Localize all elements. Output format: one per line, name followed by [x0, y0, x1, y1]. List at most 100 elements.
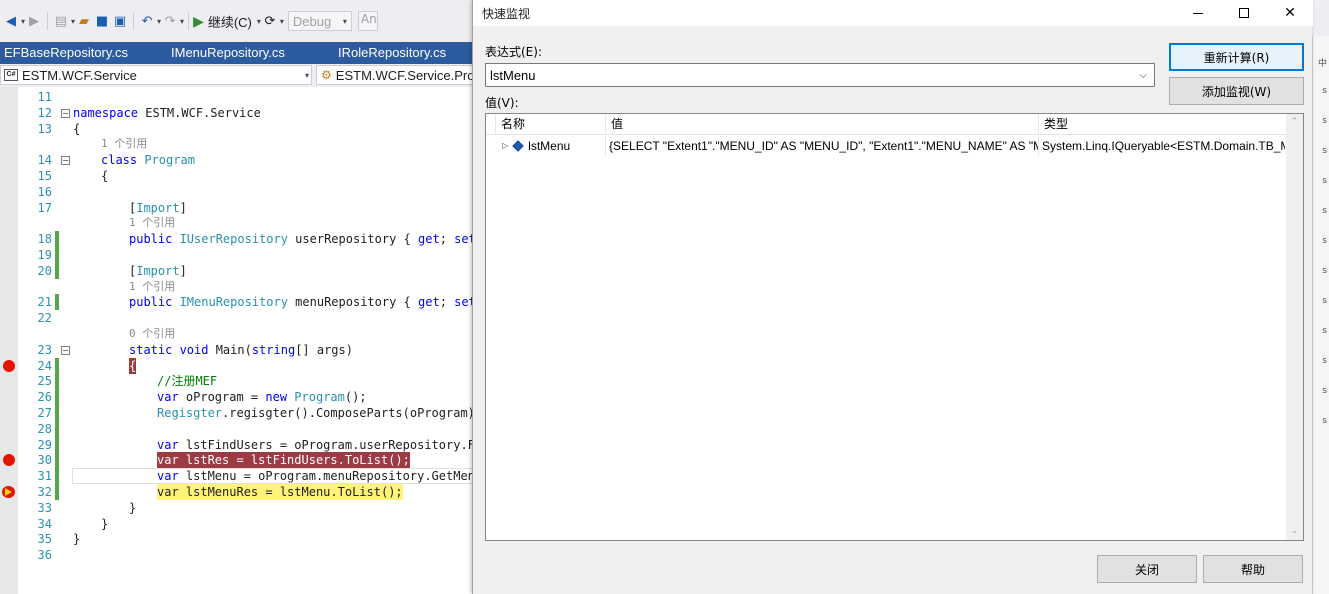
scroll-up-icon[interactable]: ⌃ [1286, 114, 1303, 131]
code-text: static void Main(string[] args) [129, 342, 353, 357]
redo-dropdown-icon[interactable]: ▾ [180, 17, 184, 26]
side-panel-tab[interactable]: s [1322, 176, 1327, 186]
open-folder-icon[interactable]: ▰ [75, 10, 93, 32]
add-watch-button[interactable]: 添加监视(W) [1169, 77, 1304, 105]
watch-value-grid[interactable]: 名称 值 类型 ▷ lstMenu {SELECT "Extent1"."MEN… [485, 113, 1304, 541]
column-header-type[interactable]: 类型 [1039, 114, 1285, 135]
code-line[interactable]: 17 [Import] [0, 200, 475, 216]
reference-count[interactable]: 0 个引用 [129, 326, 175, 342]
code-line[interactable]: 33} [0, 500, 475, 516]
column-header-name[interactable]: 名称 [496, 114, 606, 135]
dialog-title-bar[interactable]: 快速监视 ✕ [473, 0, 1313, 26]
side-panel-tab[interactable]: s [1322, 146, 1327, 156]
code-line[interactable]: 36 [0, 547, 475, 563]
back-arrow-icon[interactable]: ◀ [2, 10, 20, 32]
code-line[interactable]: 19 [0, 247, 475, 263]
chevron-down-icon[interactable]: ⌵ [1132, 64, 1154, 86]
code-line[interactable]: 1 个引用 [0, 215, 475, 231]
side-panel-tab[interactable]: s [1322, 116, 1327, 126]
code-line[interactable]: 24 { [0, 357, 475, 374]
grid-vertical-scrollbar[interactable]: ⌃ ⌄ [1286, 114, 1303, 540]
help-button[interactable]: 帮助 [1203, 555, 1303, 583]
redo-icon[interactable]: ↷ [161, 10, 179, 32]
tab-irolerepository[interactable]: IRoleRepository.cs [334, 42, 474, 64]
code-line[interactable]: 26 var oProgram = new Program(); [0, 389, 475, 406]
project-dropdown[interactable]: C# ESTM.WCF.Service ▾ [0, 65, 313, 85]
reference-count[interactable]: 1 个引用 [101, 136, 147, 152]
solution-platform-select[interactable]: An [357, 11, 378, 31]
change-indicator [55, 231, 59, 248]
breakpoint-icon[interactable] [3, 359, 15, 372]
forward-arrow-icon[interactable]: ▶ [25, 10, 43, 32]
reference-count[interactable]: 1 个引用 [129, 279, 175, 295]
code-line[interactable]: 14− class Program [0, 152, 475, 168]
breakpoint-icon[interactable] [3, 454, 15, 467]
code-line[interactable]: 32 var lstMenuRes = lstMenu.ToList(); [0, 484, 475, 500]
side-panel-tab[interactable]: s [1322, 236, 1327, 246]
save-all-icon[interactable]: ▣ [111, 10, 129, 32]
new-project-icon[interactable]: ▤ [52, 10, 70, 32]
collapse-icon[interactable]: − [61, 108, 70, 118]
type-dropdown[interactable]: ⚙ ESTM.WCF.Service.Prog [316, 65, 475, 85]
code-line[interactable]: 0 个引用 [0, 326, 475, 342]
code-line[interactable]: 31 var lstMenu = oProgram.menuRepository.… [0, 468, 475, 485]
code-line[interactable]: 28 [0, 420, 475, 437]
expand-triangle-icon[interactable]: ▷ [502, 136, 508, 156]
side-panel-tab[interactable]: s [1322, 266, 1327, 276]
toolbar-separator [188, 12, 190, 30]
code-line[interactable]: 34} [0, 516, 475, 532]
tab-efbaserepository[interactable]: EFBaseRepository.cs [0, 42, 168, 64]
code-line[interactable]: 15 { [0, 168, 475, 184]
code-line[interactable]: 35} [0, 531, 475, 547]
code-line[interactable]: 23− static void Main(string[] args) [0, 342, 475, 358]
instruction-pointer-icon[interactable] [2, 486, 15, 498]
side-panel-tab[interactable]: s [1322, 326, 1327, 336]
side-panel-tab[interactable]: s [1322, 386, 1327, 396]
collapse-icon[interactable]: − [61, 156, 70, 166]
collapse-icon[interactable]: − [61, 345, 70, 355]
code-line[interactable]: 12− namespace ESTM.WCF.Service [0, 105, 475, 121]
side-panel-tab[interactable]: s [1322, 296, 1327, 306]
table-row[interactable]: ▷ lstMenu {SELECT "Extent1"."MENU_ID" AS… [486, 136, 1285, 156]
code-line[interactable]: 22 [0, 310, 475, 326]
attach-dropdown-icon[interactable]: ▾ [280, 17, 284, 26]
undo-icon[interactable]: ↶ [138, 10, 156, 32]
side-panel-tab[interactable]: s [1322, 86, 1327, 96]
reference-count[interactable]: 1 个引用 [129, 215, 175, 231]
code-line[interactable]: 27 Regisgter.regisgter().ComposeParts(oPr… [0, 405, 475, 421]
column-header-value[interactable]: 值 [606, 114, 1039, 135]
expression-input[interactable] [486, 64, 1132, 86]
code-line[interactable]: 21 public IMenuRepository menuRepository … [0, 294, 475, 311]
minimize-button[interactable] [1175, 0, 1221, 26]
maximize-button[interactable] [1221, 0, 1267, 26]
side-panel-tab[interactable]: s [1322, 416, 1327, 426]
close-button[interactable]: 关闭 [1097, 555, 1197, 583]
code-line[interactable]: 13 { [0, 121, 475, 137]
code-line[interactable]: 30 var lstRes = lstFindUsers.ToList(); [0, 452, 475, 469]
solution-configuration-select[interactable]: Debug ▾ [287, 11, 352, 31]
code-text: //注册MEF [157, 374, 218, 389]
scroll-down-icon[interactable]: ⌄ [1286, 523, 1303, 540]
code-line[interactable]: 25 //注册MEF [0, 373, 475, 390]
code-line[interactable]: 18 public IUserRepository userRepository … [0, 231, 475, 248]
change-indicator [55, 436, 59, 453]
change-indicator [55, 452, 59, 469]
side-panel-tab[interactable]: s [1322, 206, 1327, 216]
code-line[interactable]: 16 [0, 184, 475, 200]
expression-combobox[interactable]: ⌵ [485, 63, 1155, 87]
code-line[interactable]: 11 [0, 89, 475, 105]
code-line[interactable]: 1 个引用 [0, 279, 475, 295]
cell-value[interactable]: {SELECT "Extent1"."MENU_ID" AS "MENU_ID"… [606, 136, 1039, 156]
side-panel-tab[interactable]: 中 [1318, 56, 1327, 69]
close-window-button[interactable]: ✕ [1267, 0, 1313, 26]
save-icon[interactable]: ■ [93, 10, 111, 32]
code-line[interactable]: 29 var lstFindUsers = oProgram.userReposi… [0, 436, 475, 453]
code-line[interactable]: 1 个引用 [0, 136, 475, 152]
tab-imenurepository[interactable]: IMenuRepository.cs [168, 42, 334, 64]
continue-button[interactable]: ▶ 继续(C) ▾ [193, 12, 261, 31]
side-panel-tab[interactable]: s [1322, 356, 1327, 366]
code-editor[interactable]: 11 12− namespace ESTM.WCF.Service 13{1 个引用 1… [0, 87, 475, 594]
recalculate-button[interactable]: 重新计算(R) [1169, 43, 1304, 71]
attach-process-icon[interactable]: ⟳ [261, 10, 279, 32]
code-line[interactable]: 20 [Import] [0, 262, 475, 279]
